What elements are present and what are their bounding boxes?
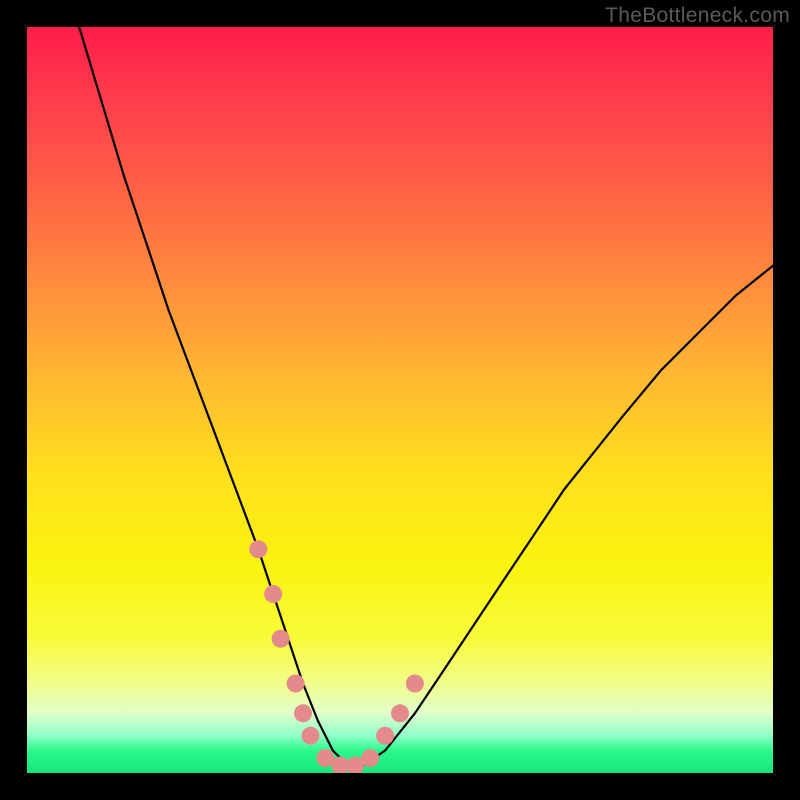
highlight-dot	[376, 727, 394, 745]
highlight-dot	[406, 675, 424, 693]
highlight-dot	[272, 630, 290, 648]
curve-svg	[27, 27, 773, 773]
chart-stage: TheBottleneck.com	[0, 0, 800, 800]
bottleneck-curve	[79, 27, 773, 766]
highlight-dot	[302, 727, 320, 745]
highlight-dot	[391, 704, 409, 722]
highlight-dot	[249, 540, 267, 558]
highlight-dot	[264, 585, 282, 603]
plot-area	[27, 27, 773, 773]
highlight-dot	[361, 749, 379, 767]
watermark-text: TheBottleneck.com	[605, 4, 790, 28]
highlight-dot	[294, 704, 312, 722]
highlight-dots	[249, 540, 424, 773]
highlight-dot	[287, 675, 305, 693]
